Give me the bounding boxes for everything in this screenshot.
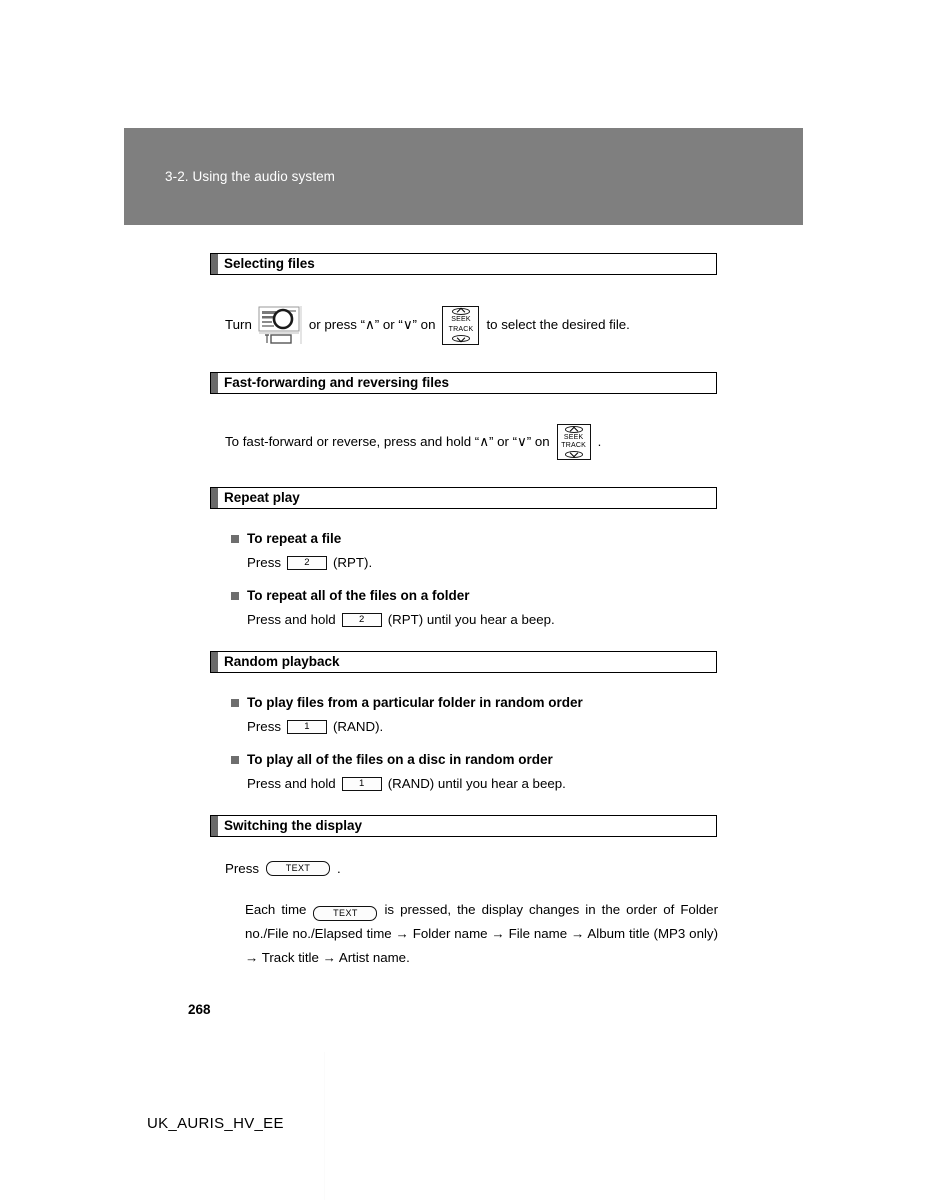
chapter-title: 3-2. Using the audio system [165,169,336,184]
switching-display-explanation: Each time TEXT is pressed, the display cha… [245,898,718,970]
list-item: To repeat all of the files on a folder P… [231,588,718,627]
bullet-body: Press and hold 1 (RAND) until you hear a… [247,776,718,791]
chevron-up-icon[interactable] [564,426,583,433]
body-text-before: Press [247,719,281,734]
press-text-before: Press [225,860,259,876]
bullet-heading: To repeat all of the files on a folder [231,588,718,603]
instruction-text-after: . [597,434,602,450]
bullet-heading: To repeat a file [231,531,718,546]
selecting-files-instruction: Turn or press “∧” or “∨” on SEEK TRACK t… [225,305,718,345]
chapter-header-band: 3-2. Using the audio system [124,128,803,225]
explanation-text-before: Each time [245,902,307,917]
body-text-before: Press [247,555,281,570]
section-title: Switching the display [224,818,363,834]
list-item: To play all of the files on a disc in ra… [231,752,718,791]
bullet-heading: To play all of the files on a disc in ra… [231,752,718,767]
chevron-down-icon[interactable] [564,450,583,458]
instruction-text-before: Turn [225,317,252,333]
section-accent-bar [211,373,218,393]
preset-key-2[interactable]: 2 [287,555,327,570]
body-text-after: (RAND). [333,719,384,734]
section-accent-bar [211,652,218,672]
page-edge-artifact [324,1052,325,1200]
section-header-fast-forwarding: Fast-forwarding and reversing files [210,372,717,394]
filled-square-bullet-icon [231,592,239,600]
body-text-after: (RPT). [333,555,373,570]
bullet-heading-text: To repeat all of the files on a folder [247,588,470,603]
text-button[interactable]: TEXT [266,861,330,876]
switching-display-press-line: Press TEXT . [225,861,718,876]
preset-key-1[interactable]: 1 [341,776,382,791]
list-item: To repeat a file Press 2 (RPT). [231,531,718,570]
section-header-selecting-files: Selecting files [210,253,717,275]
filled-square-bullet-icon [231,535,239,543]
section-header-switching-display: Switching the display [210,815,717,837]
section-header-repeat-play: Repeat play [210,487,717,509]
instruction-text-after: to select the desired file. [486,317,630,333]
press-text-after: . [337,860,341,876]
page-content: Selecting files Turn or press “∧” or “∨”… [210,253,718,970]
bullet-body: Press 1 (RAND). [247,719,718,734]
section-accent-bar [211,488,218,508]
bullet-heading-text: To play all of the files on a disc in ra… [247,752,553,767]
bullet-body: Press and hold 2 (RPT) until you hear a … [247,612,718,627]
bullet-heading-text: To play files from a particular folder i… [247,695,583,710]
audio-tune-knob-icon [257,305,304,345]
preset-key-1[interactable]: 1 [287,719,327,734]
fast-forwarding-instruction: To fast-forward or reverse, press and ho… [225,424,718,460]
section-title: Repeat play [224,490,300,506]
section-title: Fast-forwarding and reversing files [224,375,450,391]
seek-track-button[interactable]: SEEK TRACK [442,305,480,345]
bullet-body: Press 2 (RPT). [247,555,718,570]
document-code: UK_AURIS_HV_EE [147,1115,284,1132]
instruction-text-before: To fast-forward or reverse, press and ho… [225,434,550,450]
section-title: Random playback [224,654,340,670]
seek-track-button[interactable]: SEEK TRACK [556,424,591,460]
section-accent-bar [211,816,218,836]
bullet-heading-text: To repeat a file [247,531,342,546]
filled-square-bullet-icon [231,756,239,764]
bullet-heading: To play files from a particular folder i… [231,695,718,710]
text-button[interactable]: TEXT [313,906,378,921]
body-text-after: (RPT) until you hear a beep. [387,612,555,627]
list-item: To play files from a particular folder i… [231,695,718,734]
instruction-text-middle: or press “∧” or “∨” on [308,317,436,333]
section-title: Selecting files [224,256,315,272]
body-text-after: (RAND) until you hear a beep. [387,776,566,791]
body-text-before: Press and hold [247,776,336,791]
page-number: 268 [188,1002,211,1017]
section-accent-bar [211,254,218,274]
seek-label-line2: TRACK [448,325,474,333]
body-text-before: Press and hold [247,612,336,627]
preset-key-2[interactable]: 2 [341,612,382,627]
seek-label-line1: SEEK [451,316,471,324]
chevron-up-icon[interactable] [451,307,470,315]
section-header-random-playback: Random playback [210,651,717,673]
chevron-down-icon[interactable] [451,335,470,343]
filled-square-bullet-icon [231,699,239,707]
